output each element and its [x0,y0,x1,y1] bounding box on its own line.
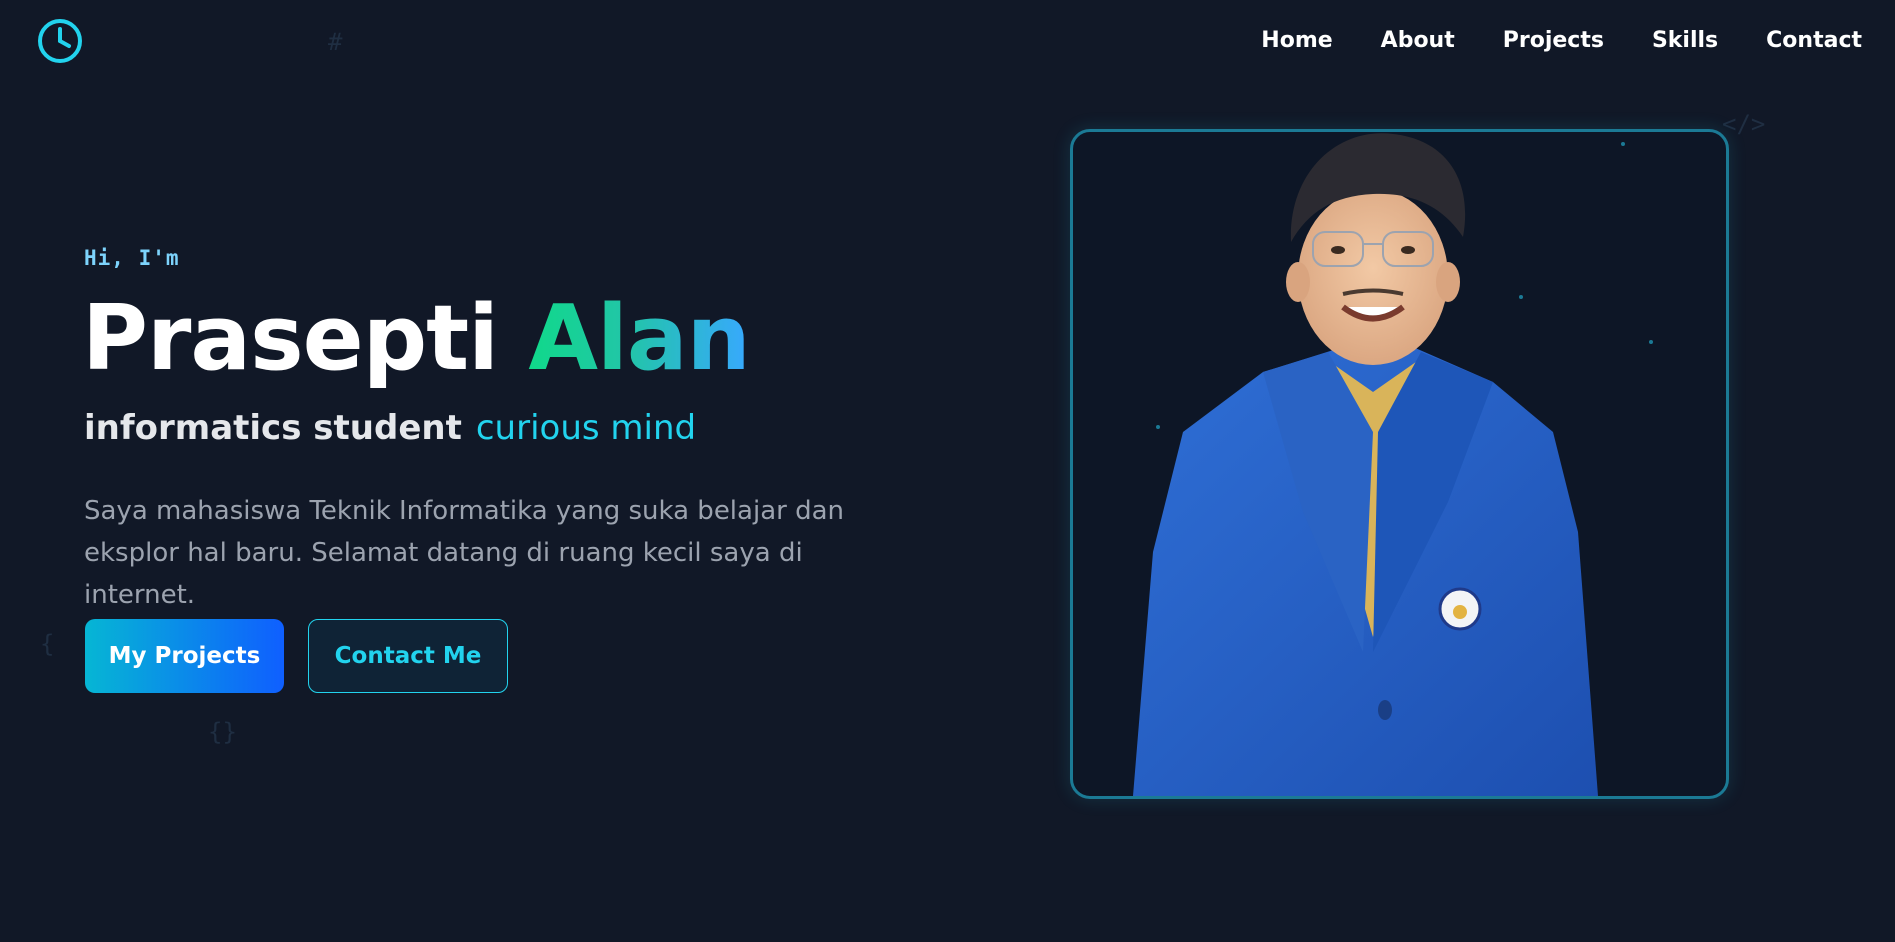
nav-projects-link[interactable]: Projects [1503,28,1604,53]
profile-photo [1070,129,1729,799]
hero-description-line1: Saya mahasiswa Teknik Informatika yang s… [84,496,844,526]
hero-description-line2: eksplor hal baru. Selamat datang di ruan… [84,538,803,610]
hero-description: Saya mahasiswa Teknik Informatika yang s… [84,490,864,616]
nav-contact-link[interactable]: Contact [1766,28,1862,53]
hero-role: informatics student [84,408,462,448]
hero-greeting: Hi, I'm [84,246,180,270]
contact-me-button[interactable]: Contact Me [308,619,508,693]
decor-code-tag: </> [1722,110,1766,138]
nav-skills-link[interactable]: Skills [1652,28,1718,53]
my-projects-button[interactable]: My Projects [85,619,284,693]
hero-tagline: informatics student curious mind [84,406,696,450]
hero-first-name: Prasepti [82,286,499,391]
decor-brace: { [40,630,55,658]
nav-about-link[interactable]: About [1381,28,1455,53]
decor-hash: # [328,28,343,56]
nav-home-link[interactable]: Home [1261,28,1332,53]
hero-trait: curious mind [475,408,697,448]
main-nav: Home About Projects Skills Contact [1261,28,1862,53]
hero-last-name: Alan [528,286,750,391]
clock-icon[interactable] [37,18,85,66]
hero-name: Prasepti Alan [82,286,751,391]
decor-braces: {} [208,718,237,746]
